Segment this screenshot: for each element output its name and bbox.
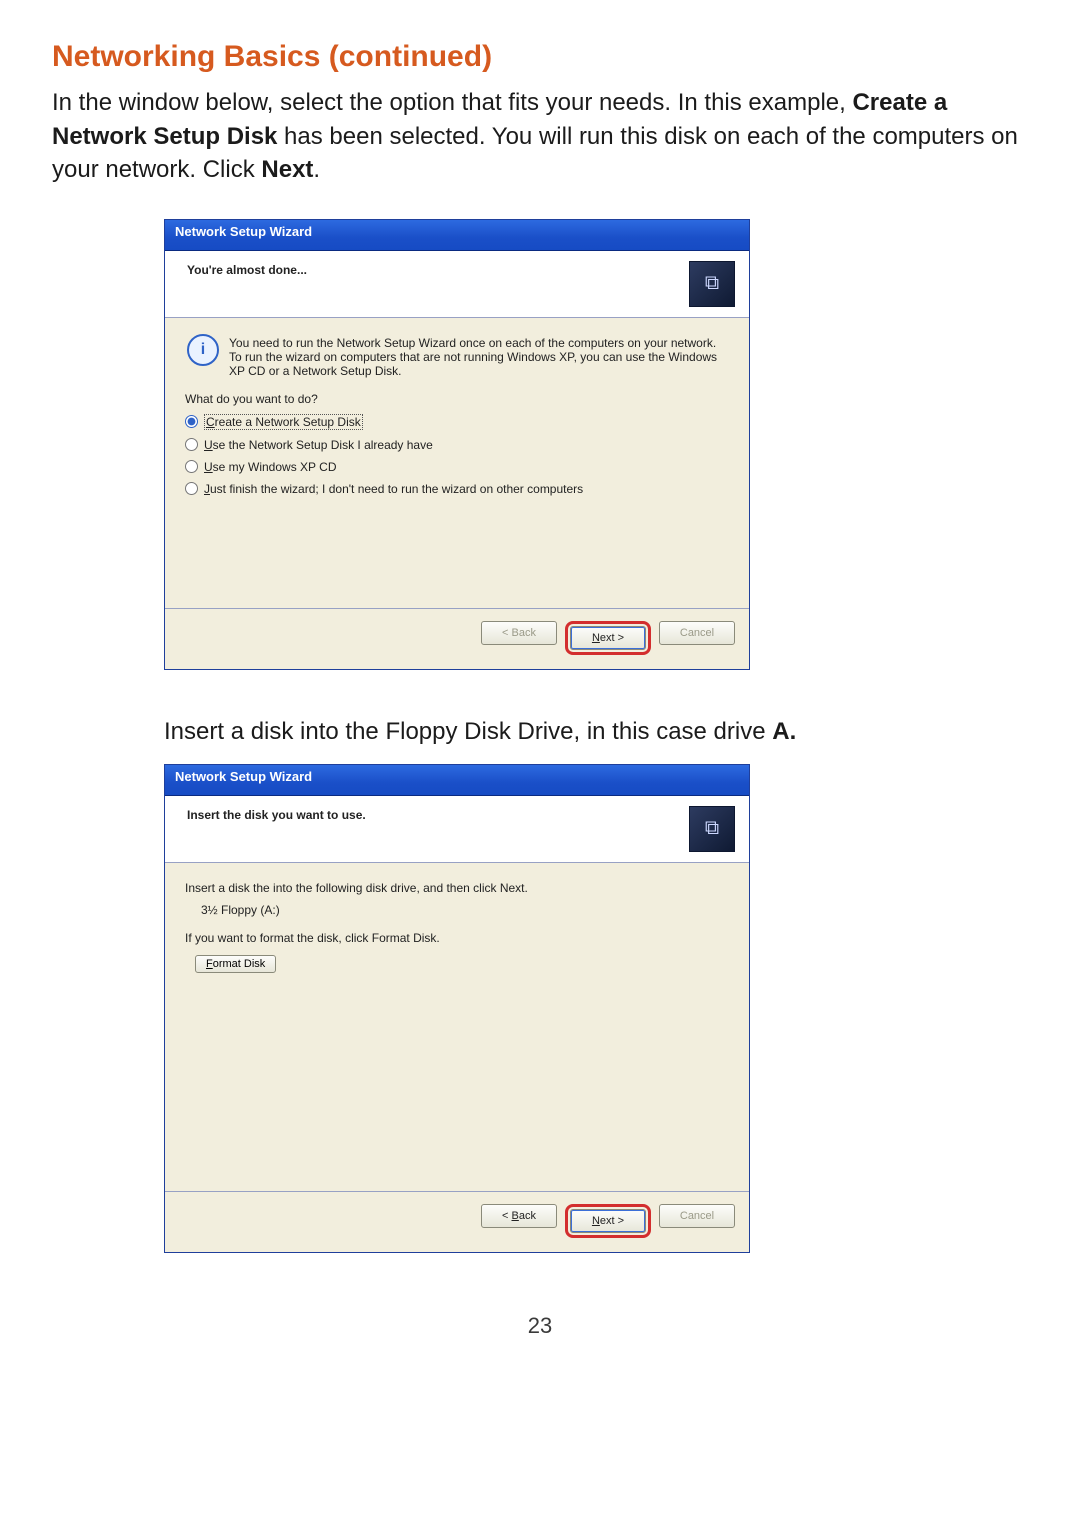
radio-option-create-disk[interactable]: Create a Network Setup Disk: [185, 414, 729, 430]
radio-input[interactable]: [185, 482, 198, 495]
intro-paragraph: In the window below, select the option t…: [52, 86, 1028, 187]
radio-label: ust finish the wizard; I don't need to r…: [210, 482, 583, 496]
network-icon: ⧉: [689, 261, 735, 307]
highlight-ring: Next >: [565, 621, 651, 655]
back-button[interactable]: < Back: [481, 1204, 557, 1228]
window-titlebar: Network Setup Wizard: [165, 220, 749, 251]
wizard-footer: < Back Next > Cancel: [165, 1191, 749, 1252]
next-button-rest: ext >: [600, 632, 624, 644]
wizard-header-text: You're almost done...: [187, 261, 307, 277]
radio-option-use-xp-cd[interactable]: Use my Windows XP CD: [185, 460, 729, 474]
wizard-info-text: You need to run the Network Setup Wizard…: [229, 336, 729, 378]
mid-text-a: Insert a disk into the Floppy Disk Drive…: [164, 718, 772, 745]
intro-bold-2: Next: [261, 156, 313, 183]
network-setup-wizard-2: Network Setup Wizard Insert the disk you…: [164, 764, 750, 1253]
highlight-ring: Next >: [565, 1204, 651, 1238]
cancel-button: Cancel: [659, 1204, 735, 1228]
radio-option-just-finish[interactable]: Just finish the wizard; I don't need to …: [185, 482, 729, 496]
insert-instruction: Insert a disk the into the following dis…: [185, 881, 729, 895]
radio-label: se my Windows XP CD: [213, 460, 337, 474]
back-button: < Back: [481, 621, 557, 645]
radio-accel: U: [204, 460, 213, 474]
page-heading: Networking Basics (continued): [52, 40, 1028, 74]
intro-text-a: In the window below, select the option t…: [52, 89, 852, 116]
next-button[interactable]: Next >: [570, 1209, 646, 1233]
wizard-header: You're almost done... ⧉: [165, 251, 749, 318]
radio-option-use-existing-disk[interactable]: Use the Network Setup Disk I already hav…: [185, 438, 729, 452]
radio-input[interactable]: [185, 438, 198, 451]
drive-name: 3½ Floppy (A:): [201, 903, 729, 917]
wizard-body: i You need to run the Network Setup Wiza…: [165, 318, 749, 608]
wizard-header: Insert the disk you want to use. ⧉: [165, 796, 749, 863]
format-instruction: If you want to format the disk, click Fo…: [185, 931, 729, 945]
radio-group: Create a Network Setup Disk Use the Netw…: [185, 414, 729, 496]
network-icon: ⧉: [689, 806, 735, 852]
radio-label: se the Network Setup Disk I already have: [213, 438, 433, 452]
radio-accel: U: [204, 438, 213, 452]
radio-label: reate a Network Setup Disk: [215, 415, 361, 429]
intro-text-e: .: [313, 156, 320, 183]
page-number: 23: [52, 1313, 1028, 1339]
wizard-header-text: Insert the disk you want to use.: [187, 806, 366, 822]
wizard-footer: < Back Next > Cancel: [165, 608, 749, 669]
format-disk-button[interactable]: Format Disk: [195, 955, 276, 973]
info-icon: i: [187, 334, 219, 366]
mid-paragraph: Insert a disk into the Floppy Disk Drive…: [52, 718, 1028, 746]
radio-input[interactable]: [185, 415, 198, 428]
mid-bold: A.: [772, 718, 796, 745]
radio-accel: C: [206, 415, 215, 429]
wizard-body: Insert a disk the into the following dis…: [165, 863, 749, 1191]
network-setup-wizard-1: Network Setup Wizard You're almost done.…: [164, 219, 750, 670]
radio-input[interactable]: [185, 460, 198, 473]
cancel-button: Cancel: [659, 621, 735, 645]
wizard-prompt: What do you want to do?: [185, 392, 729, 406]
next-button[interactable]: Next >: [570, 626, 646, 650]
window-titlebar: Network Setup Wizard: [165, 765, 749, 796]
